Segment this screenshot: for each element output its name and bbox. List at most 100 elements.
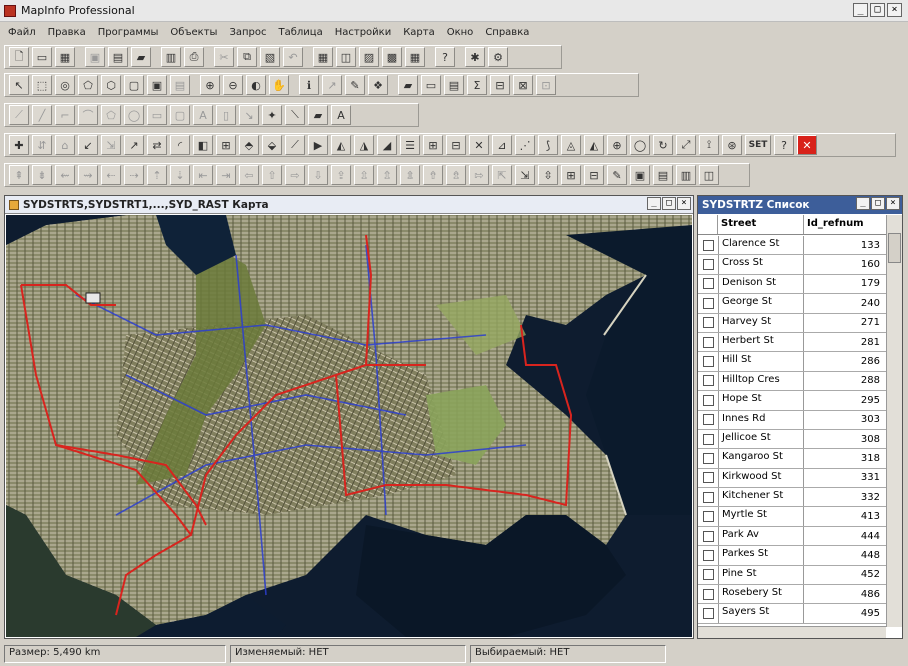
extra-17-icon[interactable]: ⇬ (377, 165, 397, 185)
line-tool-icon[interactable]: ╱ (32, 105, 52, 125)
browser-vertical-scrollbar[interactable] (886, 215, 902, 627)
table-row[interactable]: Kangaroo St 318 (698, 449, 886, 469)
row-select-checkbox[interactable] (702, 356, 714, 368)
run-program-icon[interactable]: ✱ (465, 47, 485, 67)
extra-6-icon[interactable]: ⇢ (124, 165, 144, 185)
marquee-select-icon[interactable]: ⬚ (32, 75, 52, 95)
menu-query[interactable]: Запрос (225, 27, 274, 38)
minimize-button[interactable]: _ (853, 3, 868, 17)
table-row[interactable]: Innes Rd 303 (698, 410, 886, 430)
menu-table[interactable]: Таблица (274, 27, 330, 38)
exit-icon[interactable]: ✕ (797, 135, 817, 155)
tool-21-icon[interactable]: ✕ (469, 135, 489, 155)
row-select-checkbox[interactable] (702, 297, 714, 309)
paste-icon[interactable]: ▧ (260, 47, 280, 67)
row-select-checkbox[interactable] (702, 317, 714, 329)
extra-23-icon[interactable]: ⇲ (515, 165, 535, 185)
browser-window-titlebar[interactable]: SYDSTRTZ Список _ □ × (698, 196, 902, 214)
extra-22-icon[interactable]: ⇱ (492, 165, 512, 185)
row-select-checkbox[interactable] (702, 278, 714, 290)
cut-icon[interactable]: ✂ (214, 47, 234, 67)
zoom-in-icon[interactable]: ⊕ (200, 75, 220, 95)
tool-3-icon[interactable]: ⌂ (55, 135, 75, 155)
extra-20-icon[interactable]: ⇯ (446, 165, 466, 185)
tool-16-icon[interactable]: ◮ (354, 135, 374, 155)
tool-17-icon[interactable]: ◢ (377, 135, 397, 155)
tool-24-icon[interactable]: ⟆ (538, 135, 558, 155)
extra-19-icon[interactable]: ⇮ (423, 165, 443, 185)
map-close-button[interactable]: × (677, 197, 691, 210)
tool-15-icon[interactable]: ◭ (331, 135, 351, 155)
set-target-icon[interactable]: ⊠ (513, 75, 533, 95)
grabber-hand-icon[interactable]: ✋ (269, 75, 289, 95)
table-row[interactable]: Denison St 179 (698, 274, 886, 295)
tool-11-icon[interactable]: ⬘ (239, 135, 259, 155)
menu-map[interactable]: Карта (399, 27, 443, 38)
tool-7-icon[interactable]: ⇄ (147, 135, 167, 155)
table-row[interactable]: Herbert St 281 (698, 332, 886, 353)
row-select-checkbox[interactable] (702, 511, 714, 523)
table-row[interactable]: Jellicoe St 308 (698, 429, 886, 450)
menu-edit[interactable]: Правка (44, 27, 94, 38)
hotlink-icon[interactable]: ↗ (322, 75, 342, 95)
tool-13-icon[interactable]: ⟋ (285, 135, 305, 155)
table-row[interactable]: Kitchener St 332 (698, 488, 886, 508)
drag-window-icon[interactable]: ❖ (368, 75, 388, 95)
extra-31-icon[interactable]: ◫ (699, 165, 719, 185)
table-row[interactable]: Hilltop Cres 288 (698, 371, 886, 392)
table-row[interactable]: Clarence St 133 (698, 236, 886, 256)
ruler-icon[interactable]: ▭ (421, 75, 441, 95)
tool-26-icon[interactable]: ◭ (584, 135, 604, 155)
help-icon[interactable]: ? (774, 135, 794, 155)
statistics-icon[interactable]: Σ (467, 75, 487, 95)
extra-16-icon[interactable]: ⇫ (354, 165, 374, 185)
extra-10-icon[interactable]: ⇥ (216, 165, 236, 185)
extra-28-icon[interactable]: ▣ (630, 165, 650, 185)
tool-4-icon[interactable]: ↙ (78, 135, 98, 155)
browser-icon[interactable]: ▥ (161, 47, 181, 67)
row-select-checkbox[interactable] (702, 569, 714, 581)
row-select-checkbox[interactable] (702, 433, 714, 445)
table-row[interactable]: Kirkwood St 331 (698, 468, 886, 489)
radius-select-icon[interactable]: ◎ (55, 75, 75, 95)
extra-4-icon[interactable]: ⇝ (78, 165, 98, 185)
redistricter-icon[interactable]: ▦ (405, 47, 425, 67)
browser-close-button[interactable]: × (886, 197, 900, 210)
set-button[interactable]: SET (745, 135, 771, 155)
tool-5-icon[interactable]: ⇲ (101, 135, 121, 155)
table-row[interactable]: Parkes St 448 (698, 546, 886, 566)
text-tool-icon[interactable]: A (193, 105, 213, 125)
extra-29-icon[interactable]: ▤ (653, 165, 673, 185)
extra-13-icon[interactable]: ⇨ (285, 165, 305, 185)
tool-manager-icon[interactable]: ⚙ (488, 47, 508, 67)
text-style-icon[interactable]: A (331, 105, 351, 125)
new-grapher-icon[interactable]: ▨ (359, 47, 379, 67)
maximize-button[interactable]: □ (870, 3, 885, 17)
extra-27-icon[interactable]: ✎ (607, 165, 627, 185)
tool-28-icon[interactable]: ◯ (630, 135, 650, 155)
table-row[interactable]: Park Av 444 (698, 526, 886, 547)
save-workspace-icon[interactable]: ▤ (108, 47, 128, 67)
tool-12-icon[interactable]: ⬙ (262, 135, 282, 155)
polyline-tool-icon[interactable]: ⌐ (55, 105, 75, 125)
ellipse-tool-icon[interactable]: ◯ (124, 105, 144, 125)
menu-window[interactable]: Окно (443, 27, 482, 38)
row-select-checkbox[interactable] (702, 394, 714, 406)
reshape-icon[interactable]: ⊡ (536, 75, 556, 95)
row-select-checkbox[interactable] (702, 239, 714, 251)
polygon-select-icon[interactable]: ⬠ (78, 75, 98, 95)
extra-25-icon[interactable]: ⊞ (561, 165, 581, 185)
extra-21-icon[interactable]: ⇰ (469, 165, 489, 185)
open-workspace-icon[interactable]: ▦ (55, 47, 75, 67)
info-icon[interactable]: ℹ (299, 75, 319, 95)
row-select-checkbox[interactable] (702, 452, 714, 464)
table-row[interactable]: George St 240 (698, 294, 886, 314)
new-table-icon[interactable]: 🗋 (9, 47, 29, 67)
extra-8-icon[interactable]: ⇣ (170, 165, 190, 185)
row-select-checkbox[interactable] (702, 549, 714, 561)
table-row[interactable]: Sayers St 495 (698, 604, 886, 624)
extra-12-icon[interactable]: ⇧ (262, 165, 282, 185)
extra-2-icon[interactable]: ⇟ (32, 165, 52, 185)
new-layout-icon[interactable]: ▩ (382, 47, 402, 67)
map-minimize-button[interactable]: _ (647, 197, 661, 210)
